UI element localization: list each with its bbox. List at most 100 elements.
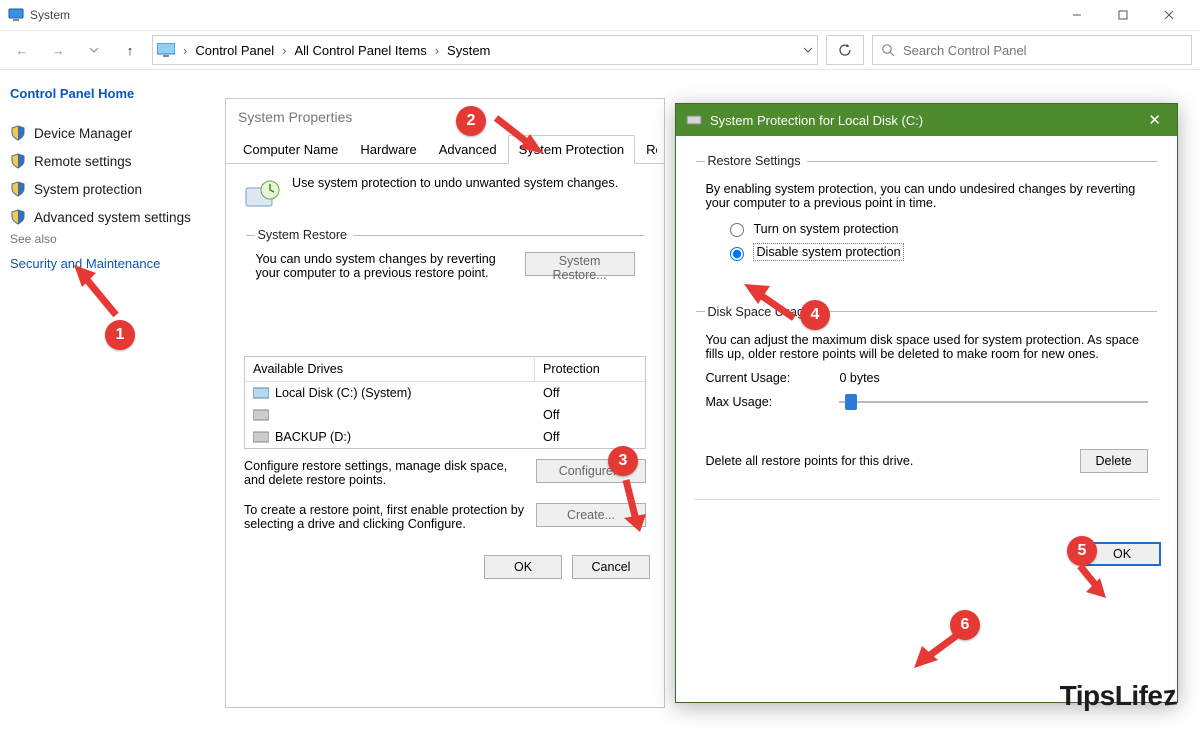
- radio-disable[interactable]: Disable system protection: [725, 243, 1147, 261]
- system-properties-dialog: System Properties Computer Name Hardware…: [225, 98, 665, 708]
- dialog-titlebar[interactable]: System Protection for Local Disk (C:) ✕: [676, 104, 1177, 136]
- breadcrumb-sep: ›: [183, 43, 187, 58]
- sidebar-item-system-protection[interactable]: System protection: [10, 175, 210, 203]
- restore-settings-legend: Restore Settings: [705, 154, 806, 168]
- radio-turn-on[interactable]: Turn on system protection: [725, 220, 1147, 237]
- up-button[interactable]: ↑: [116, 36, 144, 64]
- breadcrumb-sep: ›: [435, 43, 439, 58]
- breadcrumb-sep: ›: [282, 43, 286, 58]
- radio-turn-on-label: Turn on system protection: [753, 222, 898, 236]
- current-usage-label: Current Usage:: [705, 371, 823, 385]
- system-restore-icon: [244, 176, 282, 214]
- shield-icon: [10, 153, 26, 169]
- watermark-life: Life: [1115, 680, 1163, 711]
- breadcrumb[interactable]: › Control Panel › All Control Panel Item…: [152, 35, 818, 65]
- window-title: System: [30, 8, 1054, 22]
- annotation-arrow-6: [912, 632, 962, 672]
- crumb-control-panel[interactable]: Control Panel: [191, 41, 278, 60]
- search-icon: [881, 43, 895, 57]
- sidebar-item-label: Advanced system settings: [34, 210, 191, 225]
- control-panel-home-link[interactable]: Control Panel Home: [10, 86, 210, 101]
- system-restore-button[interactable]: System Restore...: [525, 252, 635, 276]
- see-also-heading: See also: [10, 232, 57, 246]
- drive-name: Local Disk (C:) (System): [275, 386, 411, 400]
- delete-text: Delete all restore points for this drive…: [705, 454, 913, 468]
- drive-row[interactable]: Local Disk (C:) (System) Off: [245, 382, 645, 404]
- max-usage-label: Max Usage:: [705, 395, 823, 409]
- annotation-arrow-5: [1072, 562, 1112, 602]
- refresh-button[interactable]: [826, 35, 864, 65]
- create-text: To create a restore point, first enable …: [244, 503, 526, 531]
- annotation-badge-2: 2: [456, 106, 486, 136]
- dialog-title: System Protection for Local Disk (C:): [710, 113, 923, 128]
- watermark: TipsLifez: [1060, 680, 1176, 712]
- radio-disable-input[interactable]: [730, 247, 744, 261]
- sidebar-item-remote-settings[interactable]: Remote settings: [10, 147, 210, 175]
- sysprops-ok-button[interactable]: OK: [484, 555, 562, 579]
- tab-hardware[interactable]: Hardware: [349, 135, 427, 164]
- chevron-down-icon[interactable]: [803, 43, 813, 58]
- disk-icon: [253, 409, 269, 421]
- annotation-arrow-2: [490, 112, 550, 158]
- back-button[interactable]: ←: [8, 36, 36, 64]
- system-restore-legend: System Restore: [255, 228, 353, 242]
- tab-row: Computer Name Hardware Advanced System P…: [226, 135, 664, 164]
- disk-icon: [686, 112, 702, 128]
- sidebar-item-label: Device Manager: [34, 126, 132, 141]
- drive-row[interactable]: Off: [245, 404, 645, 426]
- annotation-arrow-1: [68, 263, 128, 323]
- computer-icon: [157, 43, 175, 57]
- annotation-arrow-3: [612, 476, 652, 536]
- window-controls: [1054, 0, 1192, 30]
- explorer-toolbar: ← → ↑ › Control Panel › All Control Pane…: [0, 30, 1200, 70]
- annotation-badge-4: 4: [800, 300, 830, 330]
- sidebar-item-advanced-system-settings[interactable]: Advanced system settings: [10, 203, 210, 231]
- system-protection-dialog: System Protection for Local Disk (C:) ✕ …: [675, 103, 1178, 703]
- recent-dropdown[interactable]: [80, 36, 108, 64]
- radio-disable-label: Disable system protection: [753, 243, 903, 261]
- crumb-system[interactable]: System: [443, 41, 494, 60]
- close-button[interactable]: ✕: [1142, 109, 1167, 131]
- annotation-badge-3: 3: [608, 446, 638, 476]
- tab-remote[interactable]: Remote: [635, 135, 658, 164]
- configure-text: Configure restore settings, manage disk …: [244, 459, 526, 487]
- system-icon: [8, 7, 24, 23]
- radio-turn-on-input[interactable]: [730, 223, 744, 237]
- drive-name: BACKUP (D:): [275, 430, 351, 444]
- intro-text: Use system protection to undo unwanted s…: [292, 176, 618, 190]
- sidebar-item-label: Remote settings: [34, 154, 132, 169]
- minimize-button[interactable]: [1054, 0, 1100, 30]
- maximize-button[interactable]: [1100, 0, 1146, 30]
- tab-computer-name[interactable]: Computer Name: [232, 135, 349, 164]
- crumb-all-items[interactable]: All Control Panel Items: [290, 41, 430, 60]
- drives-col-available: Available Drives: [245, 357, 535, 381]
- dialog-title: System Properties: [226, 99, 664, 135]
- sidebar-item-label: System protection: [34, 182, 142, 197]
- drive-row[interactable]: BACKUP (D:) Off: [245, 426, 645, 448]
- close-button[interactable]: [1146, 0, 1192, 30]
- watermark-pre: Tips: [1060, 680, 1115, 711]
- disk-space-text: You can adjust the maximum disk space us…: [705, 333, 1147, 361]
- forward-button[interactable]: →: [44, 36, 72, 64]
- sysprops-cancel-button[interactable]: Cancel: [572, 555, 650, 579]
- drive-protection: Off: [535, 426, 645, 448]
- window-titlebar: System: [0, 0, 1200, 30]
- restore-settings-text: By enabling system protection, you can u…: [705, 182, 1147, 210]
- shield-icon: [10, 125, 26, 141]
- restore-text: You can undo system changes by reverting…: [255, 252, 514, 280]
- drive-protection: Off: [535, 382, 645, 404]
- sidebar: Control Panel Home Device Manager Remote…: [0, 70, 220, 732]
- annotation-arrow-4: [740, 280, 802, 324]
- watermark-z: z: [1161, 679, 1178, 712]
- sidebar-item-device-manager[interactable]: Device Manager: [10, 119, 210, 147]
- search-box[interactable]: [872, 35, 1192, 65]
- search-input[interactable]: [901, 42, 1183, 59]
- drives-table: Available Drives Protection Local Disk (…: [244, 356, 646, 449]
- shield-icon: [10, 181, 26, 197]
- annotation-badge-1: 1: [105, 320, 135, 350]
- max-usage-slider[interactable]: [839, 401, 1147, 403]
- shield-icon: [10, 209, 26, 225]
- drive-protection: Off: [535, 404, 645, 426]
- disk-icon: [253, 431, 269, 443]
- delete-button[interactable]: Delete: [1080, 449, 1148, 473]
